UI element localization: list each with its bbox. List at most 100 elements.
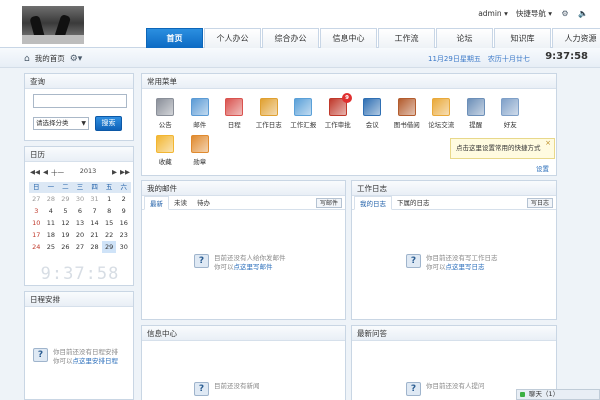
calendar-day[interactable]: 26 bbox=[58, 241, 73, 253]
calendar-day[interactable]: 7 bbox=[87, 205, 102, 217]
calendar-weekday: 三 bbox=[72, 182, 88, 193]
prev-year-icon[interactable]: ◀◀ bbox=[30, 168, 40, 176]
menu-item-friends[interactable]: 好友 bbox=[493, 96, 528, 133]
menu-item-medal[interactable]: 勋章 bbox=[183, 133, 218, 170]
calendar-day[interactable]: 13 bbox=[73, 217, 88, 229]
chat-widget[interactable]: 聊天（1） bbox=[516, 389, 600, 400]
calendar-day[interactable]: 30 bbox=[116, 241, 131, 253]
calendar-day[interactable]: 12 bbox=[58, 217, 73, 229]
calendar-day[interactable]: 1 bbox=[102, 193, 117, 205]
menu-item-label: 工作汇报 bbox=[290, 121, 317, 129]
calendar-day[interactable]: 22 bbox=[102, 229, 117, 241]
calendar-day[interactable]: 11 bbox=[44, 217, 59, 229]
menu-item-star[interactable]: 收藏 bbox=[148, 133, 183, 170]
calendar-day[interactable]: 3 bbox=[29, 205, 44, 217]
menu-item-calendar[interactable]: 日程 bbox=[217, 96, 252, 133]
menu-item-speaker[interactable]: 提醒 bbox=[459, 96, 494, 133]
category-select[interactable]: 请选择分类 ▼ bbox=[33, 117, 89, 130]
calendar-day[interactable]: 20 bbox=[73, 229, 88, 241]
next-month-icon[interactable]: ▶ bbox=[112, 168, 117, 176]
next-year-icon[interactable]: ▶▶ bbox=[120, 168, 130, 176]
tab-info-center[interactable]: 信息中心 bbox=[320, 28, 377, 48]
calendar-day[interactable]: 16 bbox=[116, 217, 131, 229]
menu-item-label: 会议 bbox=[365, 121, 379, 129]
menu-item-forum[interactable]: 论坛交流 bbox=[424, 96, 459, 133]
gear-icon[interactable]: ⚙ bbox=[560, 9, 570, 18]
tab-general-office[interactable]: 综合办公 bbox=[262, 28, 319, 48]
tab-workflow[interactable]: 工作流 bbox=[378, 28, 435, 48]
calendar-day[interactable]: 19 bbox=[58, 229, 73, 241]
online-status-icon bbox=[520, 392, 525, 397]
menu-item-mail[interactable]: 邮件 bbox=[183, 96, 218, 133]
menu-item-approval[interactable]: 9 工作审批 bbox=[321, 93, 356, 133]
calendar-day[interactable]: 23 bbox=[116, 229, 131, 241]
menu-item-meeting[interactable]: 会议 bbox=[355, 96, 390, 133]
menu-item-notice[interactable]: 公告 bbox=[148, 96, 183, 133]
calendar-day[interactable]: 15 bbox=[102, 217, 117, 229]
mail-tab-latest[interactable]: 最新 bbox=[144, 196, 169, 210]
worklog-tab-mine[interactable]: 我的日志 bbox=[354, 196, 392, 210]
calendar-day[interactable]: 17 bbox=[29, 229, 44, 241]
breadcrumb-home[interactable]: 我的首页 bbox=[35, 53, 65, 64]
search-input[interactable] bbox=[33, 94, 127, 108]
tab-forum[interactable]: 论坛 bbox=[436, 28, 493, 48]
calendar-day[interactable]: 28 bbox=[44, 193, 59, 205]
tab-home[interactable]: 首页 bbox=[146, 28, 203, 48]
tab-personal-office[interactable]: 个人办公 bbox=[204, 28, 261, 48]
news-panel: 信息中心 ? 目前还没有新闻 bbox=[141, 325, 346, 400]
calendar-day[interactable]: 29 bbox=[101, 241, 117, 253]
user-menu[interactable]: admin ▾ bbox=[478, 9, 508, 18]
menu-item-books[interactable]: 图书借阅 bbox=[390, 96, 425, 133]
calendar-day[interactable]: 27 bbox=[29, 193, 44, 205]
worklog-tab-subordinates[interactable]: 下属的日志 bbox=[392, 196, 435, 210]
mail-tab-todo[interactable]: 待办 bbox=[192, 196, 215, 210]
calendar-day[interactable]: 14 bbox=[87, 217, 102, 229]
date-text: 11月29日星期五 农历十月廿七 bbox=[428, 55, 530, 63]
close-icon[interactable]: × bbox=[545, 134, 551, 153]
calendar-day[interactable]: 27 bbox=[73, 241, 88, 253]
calendar-day[interactable]: 28 bbox=[87, 241, 102, 253]
mail-tabs: 最新 未读 待办 写邮件 bbox=[142, 196, 345, 210]
calendar-day[interactable]: 31 bbox=[87, 193, 102, 205]
schedule-panel-title: 日程安排 bbox=[25, 292, 133, 307]
mail-tab-unread[interactable]: 未读 bbox=[169, 196, 192, 210]
calendar-day[interactable]: 2 bbox=[116, 193, 131, 205]
menu-item-label: 勋章 bbox=[193, 158, 207, 166]
add-schedule-link[interactable]: 点这里安排日程 bbox=[73, 357, 119, 365]
write-log-link[interactable]: 点这里写日志 bbox=[446, 263, 485, 271]
calendar-day[interactable]: 10 bbox=[29, 217, 44, 229]
question-icon: ? bbox=[406, 382, 421, 396]
calendar-day[interactable]: 25 bbox=[44, 241, 59, 253]
home-icon[interactable]: ⌂ bbox=[24, 54, 30, 64]
calendar-day[interactable]: 24 bbox=[29, 241, 44, 253]
calendar-day[interactable]: 8 bbox=[102, 205, 117, 217]
menu-item-worklog[interactable]: 工作日志 bbox=[252, 96, 287, 133]
write-log-button[interactable]: 写日志 bbox=[526, 198, 553, 208]
calendar-day[interactable]: 4 bbox=[44, 205, 59, 217]
calendar-day[interactable]: 18 bbox=[44, 229, 59, 241]
shortcut-tip-text[interactable]: 点击这里设置常用的快捷方式 bbox=[456, 144, 541, 152]
calendar-day[interactable]: 9 bbox=[116, 205, 131, 217]
prev-month-icon[interactable]: ◀ bbox=[43, 168, 48, 176]
volume-icon[interactable]: 🔈 bbox=[578, 9, 588, 18]
calendar-day[interactable]: 5 bbox=[58, 205, 73, 217]
calendar-day[interactable]: 30 bbox=[73, 193, 88, 205]
write-mail-link[interactable]: 点这里写邮件 bbox=[234, 263, 273, 271]
tab-knowledge-base[interactable]: 知识库 bbox=[494, 28, 551, 48]
report-icon bbox=[294, 98, 313, 116]
search-button[interactable]: 搜索 bbox=[95, 116, 122, 131]
tab-hr[interactable]: 人力资源 bbox=[552, 28, 600, 48]
calendar-day[interactable]: 21 bbox=[87, 229, 102, 241]
quick-nav-menu[interactable]: 快捷导航 ▾ bbox=[516, 8, 552, 19]
calendar-day[interactable]: 6 bbox=[73, 205, 88, 217]
menu-item-label: 论坛交流 bbox=[428, 121, 455, 129]
calendar-weekday: 四 bbox=[87, 182, 102, 193]
settings-link[interactable]: 设置 bbox=[536, 163, 549, 173]
worklog-empty-prefix: 你可以 bbox=[426, 263, 446, 271]
calendar-day[interactable]: 29 bbox=[58, 193, 73, 205]
menu-item-report[interactable]: 工作汇报 bbox=[286, 96, 321, 133]
settings-gear-icon[interactable]: ⚙▾ bbox=[70, 54, 83, 64]
question-icon: ? bbox=[194, 254, 209, 268]
write-mail-button[interactable]: 写邮件 bbox=[315, 198, 342, 208]
news-panel-title: 信息中心 bbox=[142, 326, 345, 341]
